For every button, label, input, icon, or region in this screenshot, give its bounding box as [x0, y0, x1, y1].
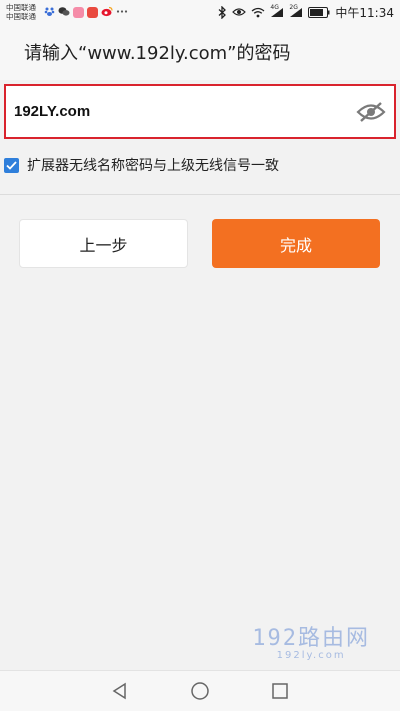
home-circle-icon[interactable] — [188, 679, 212, 703]
sync-option-label: 扩展器无线名称密码与上级无线信号一致 — [27, 158, 279, 174]
wechat-icon — [58, 6, 70, 19]
sync-checkbox[interactable] — [4, 157, 19, 173]
watermark: 192路由网 192ly.com — [252, 620, 370, 661]
page-title: 请输入“www.192ly.com”的密码 — [24, 43, 291, 64]
app-icon-red — [87, 6, 98, 18]
page-title-bar: 请输入“www.192ly.com”的密码 — [0, 24, 400, 80]
app-icon-pink — [73, 6, 84, 18]
wifi-icon — [251, 7, 265, 18]
navigation-bar — [0, 671, 400, 711]
more-icon — [116, 6, 128, 19]
back-triangle-icon[interactable] — [108, 679, 132, 703]
prev-step-button[interactable]: 上一步 — [19, 219, 188, 268]
recents-square-icon[interactable] — [268, 679, 292, 703]
carrier-info: 中国联通 中国联通 — [6, 3, 36, 21]
eye-comfort-icon — [232, 7, 247, 17]
signal-2g-icon: 2G — [289, 4, 303, 18]
status-left: 中国联通 中国联通 — [6, 3, 128, 21]
watermark-main: 192路由网 — [252, 626, 370, 651]
carrier-2: 中国联通 — [6, 12, 36, 21]
signal-4g-icon: 4G — [270, 4, 284, 18]
sync-option-row[interactable]: 扩展器无线名称密码与上级无线信号一致 — [4, 152, 396, 178]
weibo-icon — [101, 6, 113, 19]
baidu-icon — [44, 6, 55, 19]
notification-icons — [44, 6, 128, 19]
status-bar: 中国联通 中国联通 4G 2G 中午11:34 — [0, 0, 400, 24]
divider — [0, 194, 400, 195]
password-field[interactable]: 192LY.com — [4, 84, 396, 139]
carrier-1: 中国联通 — [6, 3, 36, 12]
clock: 中午11:34 — [335, 5, 394, 20]
bluetooth-icon — [218, 5, 227, 19]
battery-icon — [308, 6, 330, 18]
done-button[interactable]: 完成 — [212, 219, 380, 268]
status-right: 4G 2G 中午11:34 — [218, 4, 394, 21]
password-input[interactable]: 192LY.com — [14, 103, 356, 120]
eye-slash-icon[interactable] — [356, 101, 386, 123]
